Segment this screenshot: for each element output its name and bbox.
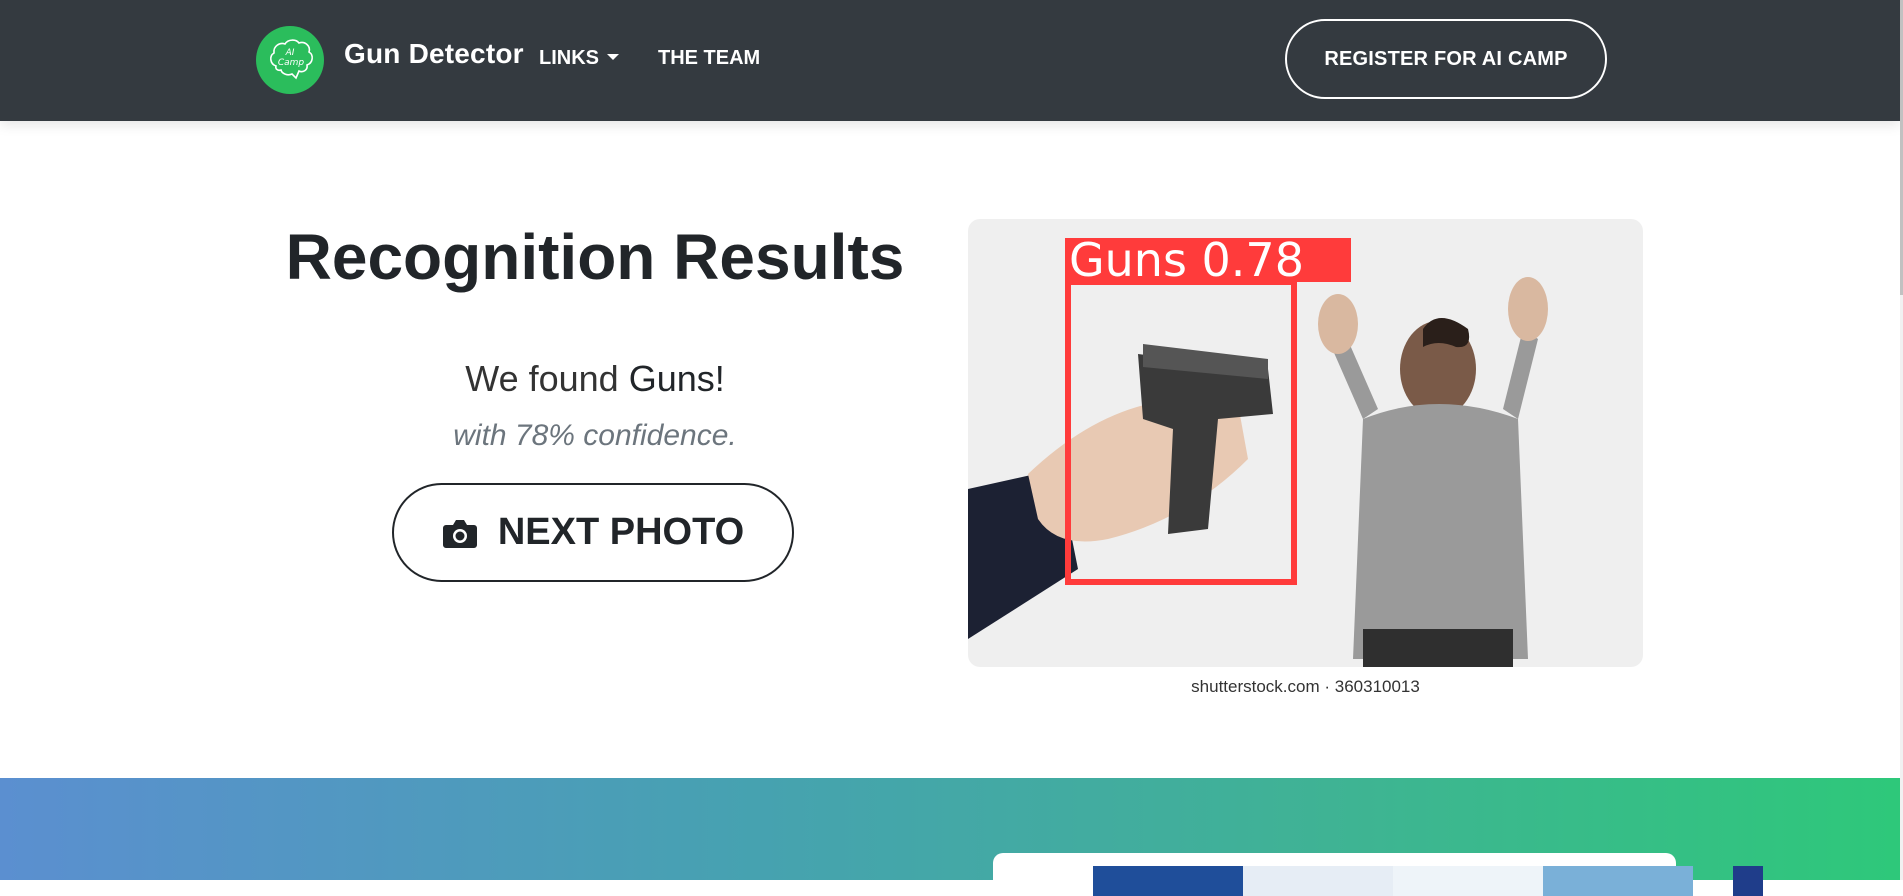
camera-icon [442,519,477,548]
result-line: We found Guns! [280,358,910,400]
card-strip-accent [1733,866,1763,896]
card-strip-mid [1543,866,1693,896]
card-strip-light [1243,866,1393,896]
next-photo-label: NEXT PHOTO [497,511,745,553]
brain-logo-icon: AI Camp [270,39,313,80]
nav-links-dropdown[interactable]: LINKS [539,47,619,70]
detected-object: Guns [628,358,715,399]
nav-the-team[interactable]: THE TEAM [658,47,760,70]
result-suffix: ! [714,358,725,399]
nav-links-label: LINKS [539,47,599,69]
brand-title[interactable]: Gun Detector [344,38,524,70]
next-photo-button[interactable]: NEXT PHOTO [392,483,794,582]
svg-text:Camp: Camp [278,58,305,68]
caret-down-icon [607,53,619,60]
svg-text:AI: AI [285,48,295,58]
card-strip-lighter [1393,866,1543,896]
confidence-text: with 78% confidence. [453,419,737,452]
result-image: Guns 0.78 [968,219,1643,667]
result-prefix: We found [465,358,629,399]
ai-camp-logo[interactable]: AI Camp [256,26,324,94]
detection-label: Guns 0.78 [1065,237,1351,283]
image-watermark: shutterstock.com · 360310013 [1191,677,1420,696]
card-strip-dark [1093,866,1243,896]
detection-box [1065,279,1297,585]
register-button[interactable]: REGISTER FOR AI CAMP [1285,19,1607,99]
page-title: Recognition Results [285,221,905,293]
bottom-card [993,853,1763,896]
navbar: AI Camp Gun Detector LINKS THE TEAM REGI… [0,0,1900,121]
